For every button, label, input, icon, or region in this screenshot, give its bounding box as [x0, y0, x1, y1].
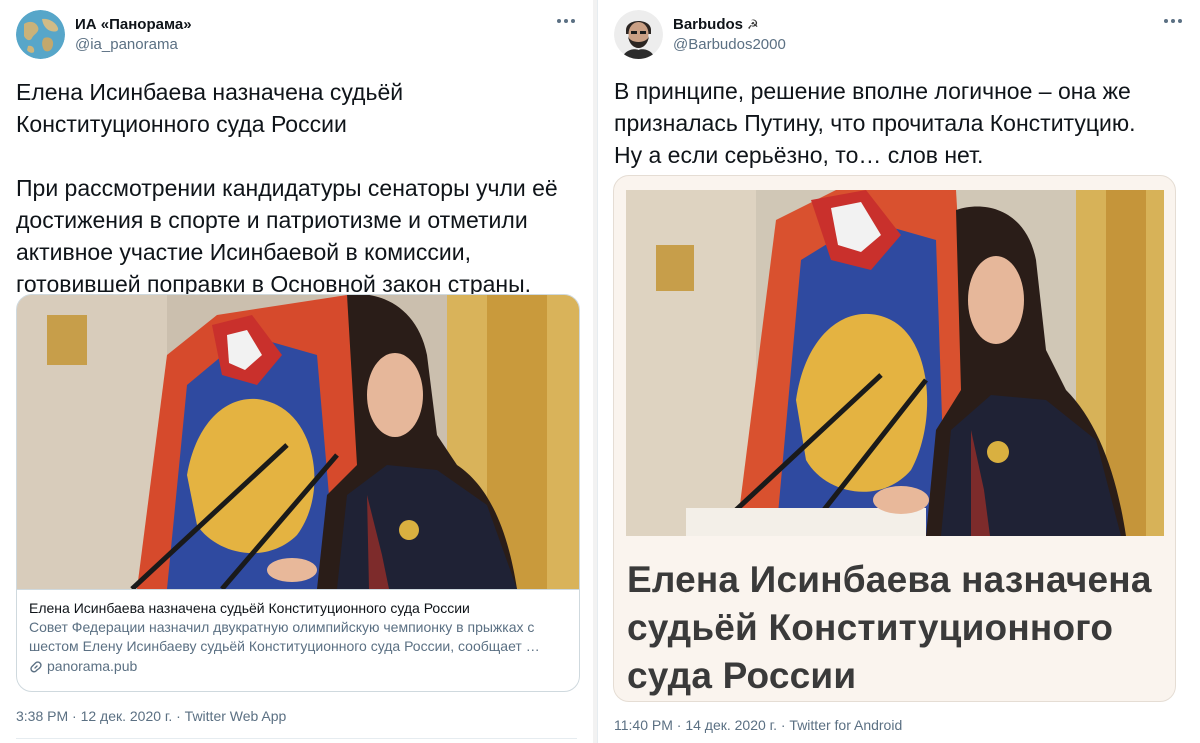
tweet-text: В принципе, решение вполне логичное – он…: [614, 78, 1136, 168]
divider: [16, 738, 577, 739]
avatar[interactable]: [614, 10, 663, 59]
tweet-timestamp[interactable]: 11:40 PM · 14 дек. 2020 г. · Twitter for…: [614, 717, 902, 733]
author-name-text: Barbudos: [673, 16, 744, 33]
link-card[interactable]: Елена Исинбаева назначена судьёй Констит…: [16, 294, 580, 692]
card-link[interactable]: panorama.pub: [29, 657, 567, 676]
tweet-header: ИА «Панорама» @ia_panorama: [16, 10, 577, 60]
card-photo: [626, 190, 1164, 536]
author-name[interactable]: ИА «Панорама»: [75, 16, 192, 33]
tweet-text: Елена Исинбаева назначена судьёй Констит…: [16, 79, 558, 297]
tweet-left[interactable]: ИА «Панорама» @ia_panorama Елена Исинбае…: [0, 0, 593, 743]
tweet-timestamp[interactable]: 3:38 PM · 12 дек. 2020 г. · Twitter Web …: [16, 708, 286, 724]
tweet-header: Barbudos ☭ @Barbudos2000: [614, 10, 1184, 60]
avatar[interactable]: [16, 10, 65, 59]
more-options-icon[interactable]: [555, 14, 577, 28]
tweet-right[interactable]: Barbudos ☭ @Barbudos2000 В принципе, реш…: [597, 0, 1200, 743]
globe-avatar-icon: [16, 10, 65, 59]
card-photo: [17, 295, 579, 589]
author-handle[interactable]: @ia_panorama: [75, 36, 192, 53]
image-card[interactable]: Елена Исинбаева назначена судьёй Констит…: [613, 175, 1176, 702]
card-headline: Елена Исинбаева назначена судьёй Констит…: [627, 559, 1152, 696]
link-icon: [30, 660, 42, 672]
bearded-man-avatar-icon: [614, 10, 663, 59]
card-description: Совет Федерации назначил двукратную олим…: [29, 619, 540, 654]
card-meta[interactable]: Елена Исинбаева назначена судьёй Констит…: [17, 589, 579, 691]
author-handle[interactable]: @Barbudos2000: [673, 36, 786, 53]
more-options-icon[interactable]: [1162, 14, 1184, 28]
hammer-sickle-icon: ☭: [747, 16, 759, 32]
card-link-text: panorama.pub: [47, 658, 138, 674]
author-name[interactable]: Barbudos ☭: [673, 16, 786, 33]
card-title: Елена Исинбаева назначена судьёй Констит…: [29, 600, 470, 616]
